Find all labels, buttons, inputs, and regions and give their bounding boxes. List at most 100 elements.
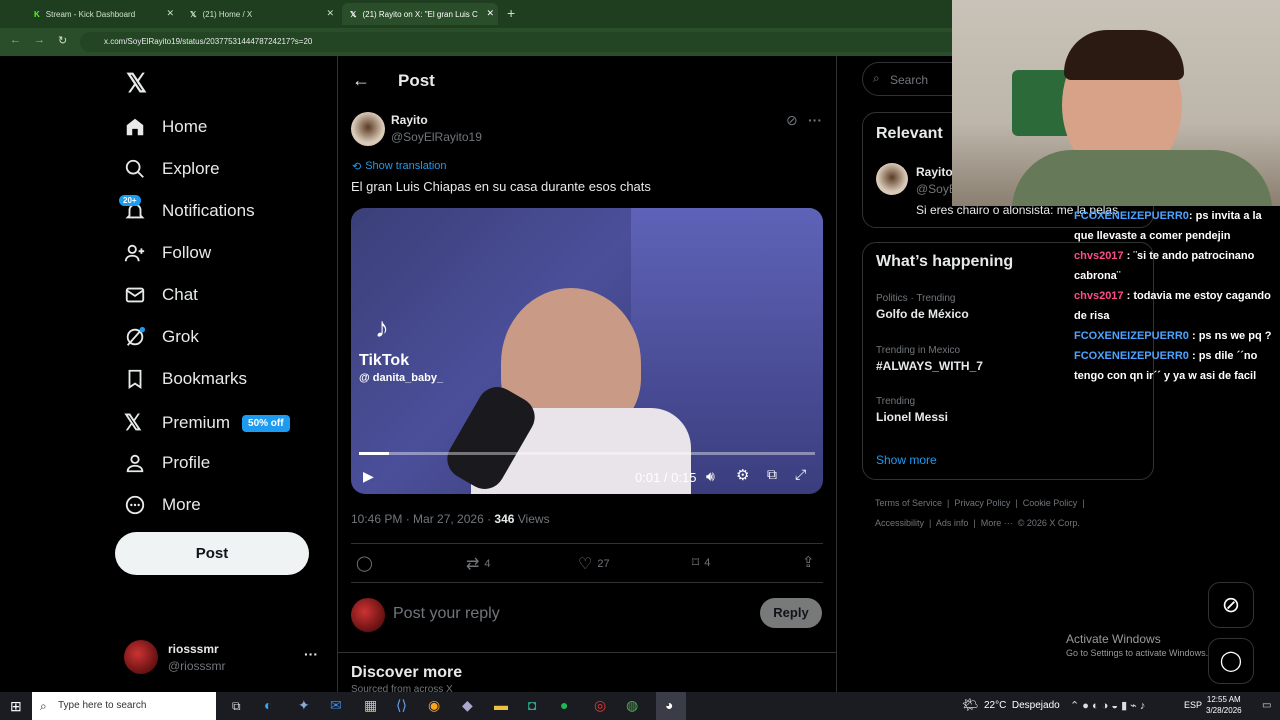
edge-icon[interactable]: ◐ xyxy=(264,697,272,713)
sidebar-item-more[interactable]: More xyxy=(124,494,201,516)
clock[interactable]: 12:55 AM 3/28/2026 xyxy=(1206,695,1242,715)
sidebar-item-label: Profile xyxy=(162,453,211,472)
trend-context: Politics · Trending xyxy=(876,293,956,304)
outlook-icon[interactable]: ✉ xyxy=(330,697,342,714)
trend-item[interactable]: Trending in Mexico #ALWAYS_WITH_7 xyxy=(876,345,983,373)
back-arrow-icon[interactable]: ← xyxy=(352,70,370,91)
video-progress-track[interactable] xyxy=(359,452,815,455)
tab-home[interactable]: 𝕏 (21) Home / X ✕ xyxy=(182,3,338,25)
settings-icon[interactable]: ⚙ xyxy=(736,466,749,484)
file-explorer-icon[interactable]: ▬ xyxy=(494,697,508,713)
activate-windows-subtitle: Go to Settings to activate Windows. xyxy=(1066,648,1209,658)
tab-post[interactable]: 𝕏 (21) Rayito on X: "El gran Luis C ✕ xyxy=(342,3,498,25)
sidebar-item-label: Notifications xyxy=(162,201,255,220)
chrome-canary-icon[interactable]: ◉ xyxy=(428,697,440,714)
app-icon[interactable]: ◘ xyxy=(528,697,536,713)
sidebar-item-home[interactable]: Home xyxy=(124,116,207,138)
notification-center-icon[interactable]: ▭ xyxy=(1262,700,1271,711)
account-switcher[interactable]: riosssmr @riosssmr ··· xyxy=(122,638,322,678)
sidebar-item-premium[interactable]: 𝕏 Premium 50% off xyxy=(124,410,290,436)
sidebar-item-notifications[interactable]: Notifications xyxy=(124,200,255,222)
chrome-icon[interactable]: ◍ xyxy=(626,697,638,714)
close-icon[interactable]: ✕ xyxy=(166,8,174,19)
sidebar-item-explore[interactable]: Explore xyxy=(124,158,220,180)
system-tray-icons[interactable]: ⌃ ● ◐ ◑ ◒ ▮ ⌁ ♪ xyxy=(1070,699,1145,712)
pip-icon[interactable]: ⧉ xyxy=(767,466,777,483)
opera-icon[interactable]: ◎ xyxy=(594,697,606,714)
avatar[interactable] xyxy=(876,163,908,195)
app-icon[interactable]: ◆ xyxy=(462,697,473,714)
sidebar-item-bookmarks[interactable]: Bookmarks xyxy=(124,368,247,390)
video-player[interactable]: ♪ TikTok @ danita_baby_ ▶ 0:01 / 0:15 🔊︎… xyxy=(351,208,823,494)
retweet-icon: ⇄ xyxy=(466,556,480,573)
url-field[interactable]: x.com/SoyElRayito19/status/2037753144478… xyxy=(80,32,960,52)
grok-icon[interactable]: ⊘ xyxy=(786,112,798,129)
forward-icon[interactable]: → xyxy=(34,34,45,46)
reply-icon[interactable]: ◯ xyxy=(356,554,373,572)
sidebar-item-grok[interactable]: Grok xyxy=(124,326,199,348)
copilot-icon[interactable]: ✦ xyxy=(298,697,310,714)
x-logo-icon: 𝕏 xyxy=(190,9,197,19)
trend-item[interactable]: Politics · Trending Golfo de México xyxy=(876,293,969,321)
share-icon[interactable]: ⇪ xyxy=(802,553,815,571)
obs-icon[interactable]: ◕ xyxy=(656,692,686,720)
fullscreen-icon[interactable]: ⤢ xyxy=(795,466,806,483)
vscode-icon[interactable]: ⟨⟩ xyxy=(396,697,407,714)
back-icon[interactable]: ← xyxy=(10,34,21,46)
spotify-icon[interactable]: ● xyxy=(560,697,568,713)
trend-name: #ALWAYS_WITH_7 xyxy=(876,359,983,373)
tab-kick[interactable]: K Stream - Kick Dashboard ✕ xyxy=(26,3,178,25)
stream-chat-overlay: FCOXENEIZEPUERR0: ps invita a la que lle… xyxy=(1074,208,1278,386)
discover-title: Discover more xyxy=(351,664,463,681)
notification-badge: 20+ xyxy=(119,195,141,206)
horizontal-divider xyxy=(351,543,823,544)
close-icon[interactable]: ✕ xyxy=(326,8,334,19)
task-view-icon[interactable]: ⧉ xyxy=(232,699,241,714)
windows-start-icon[interactable]: ⊞ xyxy=(10,698,22,715)
post-timestamp[interactable]: 10:46 PM · Mar 27, 2026 · xyxy=(351,512,494,526)
weather-icon: 🌤︎ xyxy=(962,697,979,712)
play-icon[interactable]: ▶ xyxy=(363,468,374,485)
relevant-name[interactable]: Rayito xyxy=(916,165,953,179)
bookmark-button[interactable]: ⌑ 4 xyxy=(692,554,710,571)
footer-links[interactable]: Accessibility | Ads info | More ··· © 20… xyxy=(875,518,1080,528)
more-horizontal-icon[interactable]: ··· xyxy=(304,646,318,662)
x-logo-icon: 𝕏 xyxy=(350,9,357,19)
x-logo-icon[interactable]: 𝕏 xyxy=(126,68,147,99)
volume-icon[interactable]: 🔊︎ xyxy=(706,468,715,485)
grok-fab[interactable]: ⊘ xyxy=(1208,582,1254,628)
show-more-link[interactable]: Show more xyxy=(876,453,937,467)
post-button[interactable]: Post xyxy=(115,532,309,575)
more-horizontal-icon[interactable]: ··· xyxy=(808,112,822,128)
taskbar-search[interactable]: ⌕ Type here to search xyxy=(32,692,216,720)
retweet-button[interactable]: ⇄ 4 xyxy=(466,554,491,574)
trend-context: Trending in Mexico xyxy=(876,345,961,356)
messages-fab[interactable]: ◯ xyxy=(1208,638,1254,684)
reply-input[interactable]: Post your reply xyxy=(393,605,500,623)
chat-text: : ps ns we pq ? xyxy=(1191,330,1272,342)
sidebar-item-label: More xyxy=(162,495,201,514)
avatar[interactable] xyxy=(351,112,385,146)
store-icon[interactable]: ▦ xyxy=(364,697,377,714)
like-button[interactable]: ♡ 27 xyxy=(578,554,610,574)
weather-text[interactable]: 22°C Despejado xyxy=(984,700,1060,711)
language-indicator[interactable]: ESP xyxy=(1184,700,1202,710)
sidebar-item-chat[interactable]: Chat xyxy=(124,284,198,306)
chat-username: FCOXENEIZEPUERR0 xyxy=(1074,210,1189,222)
relevant-handle[interactable]: @SoyE xyxy=(916,182,957,196)
like-count: 27 xyxy=(597,558,610,570)
footer-links[interactable]: Terms of Service | Privacy Policy | Cook… xyxy=(875,498,1085,508)
reload-icon[interactable]: ↻ xyxy=(58,34,67,47)
author-name[interactable]: Rayito xyxy=(391,113,428,127)
sidebar-item-profile[interactable]: Profile xyxy=(124,452,210,474)
author-handle[interactable]: @SoyElRayito19 xyxy=(391,130,482,144)
new-tab-icon[interactable]: + xyxy=(507,5,515,21)
sidebar-item-follow[interactable]: Follow xyxy=(124,242,211,264)
reply-button[interactable]: Reply xyxy=(760,598,822,628)
close-icon[interactable]: ✕ xyxy=(486,8,494,19)
tiktok-icon: ♪ xyxy=(375,312,389,343)
show-translation-link[interactable]: ⟲ Show translation xyxy=(352,160,447,173)
mail-icon xyxy=(125,287,145,303)
trend-item[interactable]: Trending Lionel Messi xyxy=(876,396,948,424)
premium-badge: 50% off xyxy=(242,414,290,432)
